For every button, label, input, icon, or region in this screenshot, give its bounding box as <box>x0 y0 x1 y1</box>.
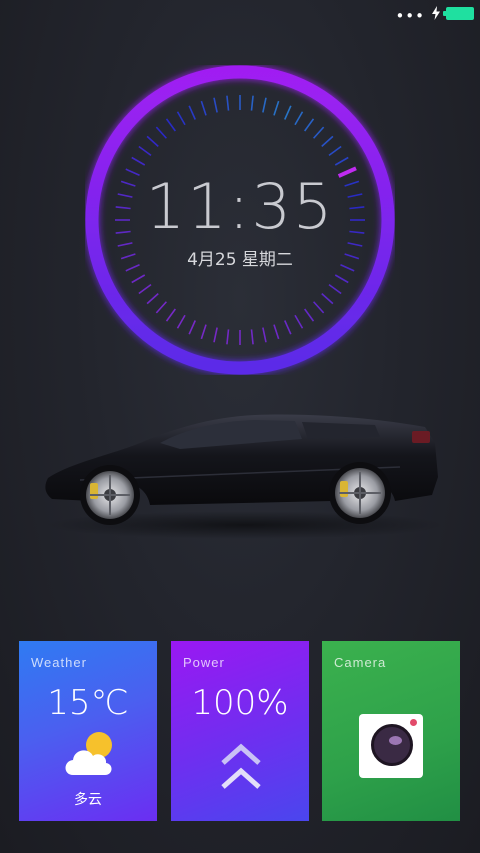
clock-tick <box>284 105 292 120</box>
clock-tick <box>176 314 186 329</box>
clock-tick <box>294 111 304 126</box>
clock-tick <box>262 327 267 343</box>
clock-tick <box>328 145 342 156</box>
clock-tick <box>146 135 159 147</box>
clock-tick <box>146 293 159 305</box>
charging-bolt-icon <box>432 6 440 20</box>
camera-lens <box>371 724 413 766</box>
clock-tick <box>313 126 325 139</box>
clock-tick <box>321 135 334 147</box>
clock-tick <box>131 274 146 284</box>
clock-tick <box>155 301 167 314</box>
clock-widget[interactable]: 11:35 4月25 星期二 <box>85 65 395 375</box>
clock-tick <box>165 308 176 322</box>
temperature-value: 15℃ <box>47 683 129 723</box>
status-bar: ••• <box>0 0 480 28</box>
double-chevron-up-icon <box>221 743 261 789</box>
clock-tick <box>138 145 152 156</box>
clock-tick <box>200 100 207 116</box>
camera-flash-dot <box>410 719 417 726</box>
clock-tick <box>213 327 218 343</box>
weather-tile[interactable]: Weather 15℃ 多云 <box>19 641 157 821</box>
partly-cloudy-icon <box>65 732 112 775</box>
clock-time: 11:35 <box>145 170 335 243</box>
signal-dots-icon: ••• <box>395 7 425 25</box>
clock-tick <box>334 274 349 284</box>
power-label: Power <box>183 655 225 670</box>
clock-tick <box>250 329 254 345</box>
camera-icon[interactable] <box>359 714 423 778</box>
clock-tick <box>304 118 315 132</box>
camera-label: Camera <box>334 655 387 670</box>
clock-tick <box>176 111 186 126</box>
clock-date: 4月25 星期二 <box>187 250 293 270</box>
clock-tick <box>284 320 292 335</box>
clock-tick <box>334 156 349 166</box>
clock-tick <box>213 97 218 113</box>
clock-tick <box>155 126 167 139</box>
clock-tick <box>226 329 230 345</box>
power-tile[interactable]: Power 100% <box>171 641 309 821</box>
clock-tick <box>328 284 342 295</box>
clock-tick <box>304 308 315 322</box>
car-image <box>45 414 445 539</box>
camera-tile[interactable]: Camera <box>322 641 460 821</box>
weather-label: Weather <box>31 655 87 670</box>
clock-tick <box>165 118 176 132</box>
clock-tick <box>313 301 325 314</box>
weather-description: 多云 <box>74 792 102 808</box>
clock-tick <box>188 105 196 120</box>
clock-tick <box>321 293 334 305</box>
clock-tick <box>200 324 207 340</box>
clock-tick <box>273 324 280 340</box>
clock-tick <box>188 320 196 335</box>
clock-tick <box>262 97 267 113</box>
clock-tick <box>138 284 152 295</box>
battery-icon <box>443 7 474 20</box>
clock-tick <box>273 100 280 116</box>
clock-tick <box>294 314 304 329</box>
battery-percentage-value: 100% <box>191 683 289 723</box>
clock-tick <box>131 156 146 166</box>
clock-tick <box>226 95 230 111</box>
clock-tick <box>250 95 254 111</box>
